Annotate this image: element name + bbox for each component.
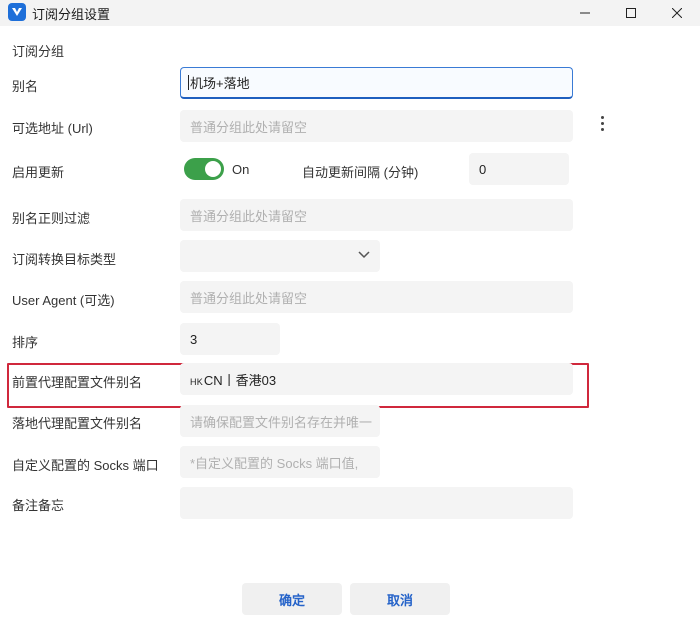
sort-label: 排序 (12, 335, 39, 350)
more-options-icon[interactable] (598, 116, 606, 136)
next-proxy-input[interactable]: 请确保配置文件别名存在并唯一 (180, 405, 380, 437)
ok-button[interactable]: 确定 (242, 583, 342, 615)
prev-proxy-input[interactable]: HK CN丨香港03 (180, 363, 573, 395)
update-interval-input[interactable]: 0 (469, 153, 569, 185)
alias-value: 机场+落地 (190, 76, 250, 91)
title-bar: 订阅分组设置 (0, 0, 700, 26)
minimize-button[interactable] (562, 0, 608, 26)
alias-input[interactable]: 机场+落地 (180, 67, 573, 99)
user-agent-label: User Agent (可选) (12, 293, 115, 308)
alias-label: 别名 (12, 79, 39, 94)
url-input[interactable]: 普通分组此处请留空 (180, 110, 573, 142)
convert-target-label: 订阅转换目标类型 (12, 252, 117, 267)
socks-port-label: 自定义配置的 Socks 端口 (12, 458, 159, 473)
app-logo-icon (8, 3, 26, 21)
prev-proxy-value: CN丨香港03 (203, 372, 277, 388)
auto-update-label: 启用更新 (12, 165, 65, 180)
section-title: 订阅分组 (12, 44, 65, 59)
toggle-state-label: On (232, 162, 250, 177)
url-label: 可选地址 (Url) (12, 121, 93, 136)
auto-update-toggle[interactable] (184, 158, 224, 180)
close-button[interactable] (654, 0, 700, 26)
alias-regex-label: 别名正则过滤 (12, 211, 91, 226)
toggle-knob (205, 161, 221, 177)
update-interval-label: 自动更新间隔 (分钟) (302, 165, 419, 180)
memo-input[interactable] (180, 487, 573, 519)
maximize-button[interactable] (608, 0, 654, 26)
convert-target-select[interactable] (180, 240, 380, 272)
text-caret (188, 75, 189, 90)
maximize-icon (626, 8, 636, 18)
chevron-down-icon (358, 251, 370, 259)
sort-input[interactable]: 3 (180, 323, 280, 355)
prev-proxy-label: 前置代理配置文件别名 (12, 375, 143, 390)
next-proxy-label: 落地代理配置文件别名 (12, 416, 143, 431)
hk-flag-icon: HK (190, 377, 203, 387)
user-agent-input[interactable]: 普通分组此处请留空 (180, 281, 573, 313)
minimize-icon (580, 12, 590, 14)
cancel-button[interactable]: 取消 (350, 583, 450, 615)
alias-regex-input[interactable]: 普通分组此处请留空 (180, 199, 573, 231)
socks-port-input[interactable]: *自定义配置的 Socks 端口值, (180, 446, 380, 478)
close-icon (672, 8, 682, 18)
window-title: 订阅分组设置 (32, 7, 111, 22)
memo-label: 备注备忘 (12, 498, 65, 513)
